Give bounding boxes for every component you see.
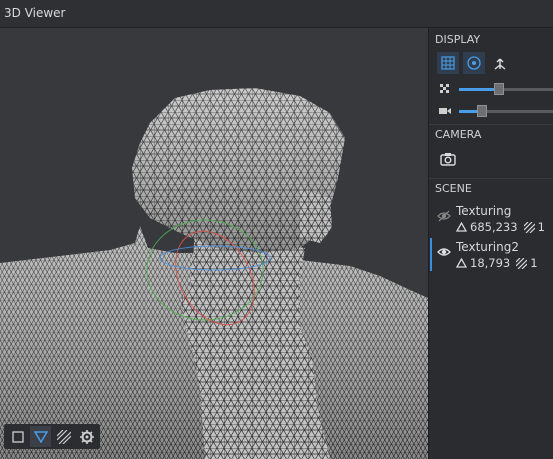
point-size-icon — [440, 84, 449, 93]
square-icon[interactable] — [7, 426, 28, 447]
viewport-toolbar — [4, 424, 100, 449]
scene-item-stats: 18,793 1 — [456, 256, 538, 270]
settings-gear-icon[interactable] — [76, 426, 97, 447]
target-icon[interactable] — [463, 52, 485, 74]
triangle-count: 18,793 — [470, 256, 511, 270]
3d-viewport[interactable] — [0, 28, 428, 459]
triangle-icon — [456, 258, 467, 268]
point-size-slider[interactable] — [437, 82, 553, 96]
mesh-render[interactable] — [0, 28, 428, 459]
texture-count: 1 — [537, 220, 545, 234]
scene-item-name: Texturing — [456, 204, 512, 218]
camera-snapshot-icon[interactable] — [437, 148, 459, 170]
window-titlebar: 3D Viewer — [0, 0, 553, 28]
triangle-icon — [456, 222, 467, 232]
visibility-hidden-icon[interactable] — [437, 210, 451, 222]
wireframe-triangle-icon[interactable] — [30, 426, 51, 447]
scene-header: SCENE — [429, 178, 553, 198]
texture-hatch-icon[interactable] — [53, 426, 74, 447]
scene-item-stats: 685,233 1 — [456, 220, 545, 234]
slider-handle[interactable] — [493, 83, 504, 95]
scene-item-name: Texturing2 — [456, 240, 519, 254]
grid-icon[interactable] — [437, 52, 459, 74]
window-title: 3D Viewer — [4, 6, 66, 20]
triangle-count: 685,233 — [470, 220, 518, 234]
texture-hatch-icon — [523, 221, 535, 233]
scene-item[interactable]: Texturing2 18,793 1 — [429, 236, 553, 276]
side-panel: DISPLAY CAMERA SCENE Texturing 685,233 1… — [428, 28, 553, 459]
visibility-icon[interactable] — [437, 246, 451, 258]
texture-count: 1 — [530, 256, 538, 270]
camera-scale-slider[interactable] — [437, 104, 553, 118]
camera-header: CAMERA — [429, 124, 553, 144]
axis-icon[interactable] — [489, 52, 511, 74]
texture-hatch-icon — [516, 257, 528, 269]
camera-scale-icon — [439, 108, 451, 114]
slider-handle[interactable] — [476, 105, 487, 117]
scene-item[interactable]: Texturing 685,233 1 — [429, 200, 553, 240]
display-header: DISPLAY — [435, 33, 481, 46]
